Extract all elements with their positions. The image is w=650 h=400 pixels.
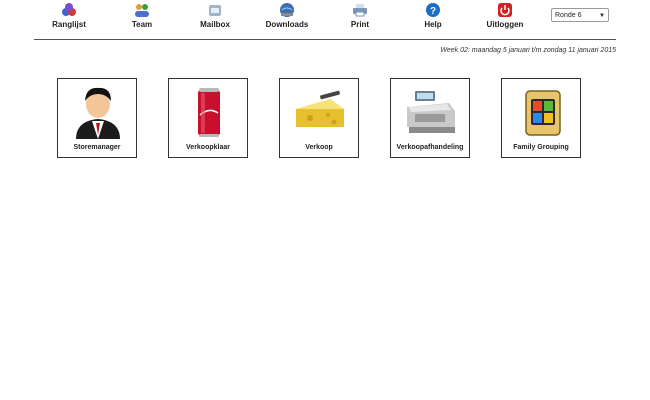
- tile-verkoopafhandeling[interactable]: Verkoopafhandeling: [390, 78, 470, 158]
- tile-label: Verkoopklaar: [186, 144, 230, 151]
- chevron-down-icon: ▼: [599, 13, 605, 19]
- round-select[interactable]: Ronde 6 ▼: [551, 8, 609, 22]
- cola-can-icon: [198, 88, 220, 137]
- nav-label: Team: [131, 20, 153, 29]
- nav-team[interactable]: Team: [107, 2, 177, 29]
- storemanager-icon: [76, 87, 120, 139]
- ranking-icon: [62, 3, 76, 16]
- nav-uitloggen[interactable]: Uitloggen: [470, 2, 540, 29]
- family-grouping-icon: [525, 90, 561, 136]
- nav-label: Ranglijst: [52, 20, 86, 29]
- tile-verkoopklaar[interactable]: Verkoopklaar: [168, 78, 248, 158]
- top-navigation: Ranglijst Team Mailbox Downloads Print ?…: [0, 0, 650, 36]
- cash-register-icon: [407, 91, 455, 133]
- cheese-icon: [296, 90, 344, 127]
- mailbox-icon: [209, 5, 221, 16]
- tile-family-grouping[interactable]: Family Grouping: [501, 78, 581, 158]
- tile-label: Verkoop: [305, 144, 333, 151]
- nav-ranglijst[interactable]: Ranglijst: [34, 2, 104, 29]
- week-info: Week 02: maandag 5 januari t/m zondag 11…: [440, 47, 616, 54]
- print-icon: [353, 4, 367, 17]
- tile-storemanager[interactable]: Storemanager: [57, 78, 137, 158]
- round-select-value: Ronde 6: [555, 12, 582, 19]
- svg-text:?: ?: [430, 6, 436, 17]
- tile-label: Storemanager: [73, 144, 121, 151]
- help-icon: ?: [426, 3, 440, 17]
- nav-print[interactable]: Print: [325, 2, 395, 29]
- logout-icon: [498, 3, 512, 17]
- nav-help[interactable]: ? Help: [398, 2, 468, 29]
- nav-downloads[interactable]: Downloads: [252, 2, 322, 29]
- nav-label: Uitloggen: [486, 20, 524, 29]
- nav-label: Help: [424, 20, 442, 29]
- nav-label: Downloads: [265, 20, 309, 29]
- nav-label: Mailbox: [200, 20, 230, 29]
- tile-label: Verkoopafhandeling: [396, 144, 464, 151]
- nav-mailbox[interactable]: Mailbox: [180, 2, 250, 29]
- team-icon: [135, 4, 149, 17]
- nav-label: Print: [350, 20, 370, 29]
- downloads-icon: [280, 3, 294, 17]
- tile-label: Family Grouping: [513, 144, 569, 151]
- header-divider: [34, 39, 616, 40]
- tile-verkoop[interactable]: Verkoop: [279, 78, 359, 158]
